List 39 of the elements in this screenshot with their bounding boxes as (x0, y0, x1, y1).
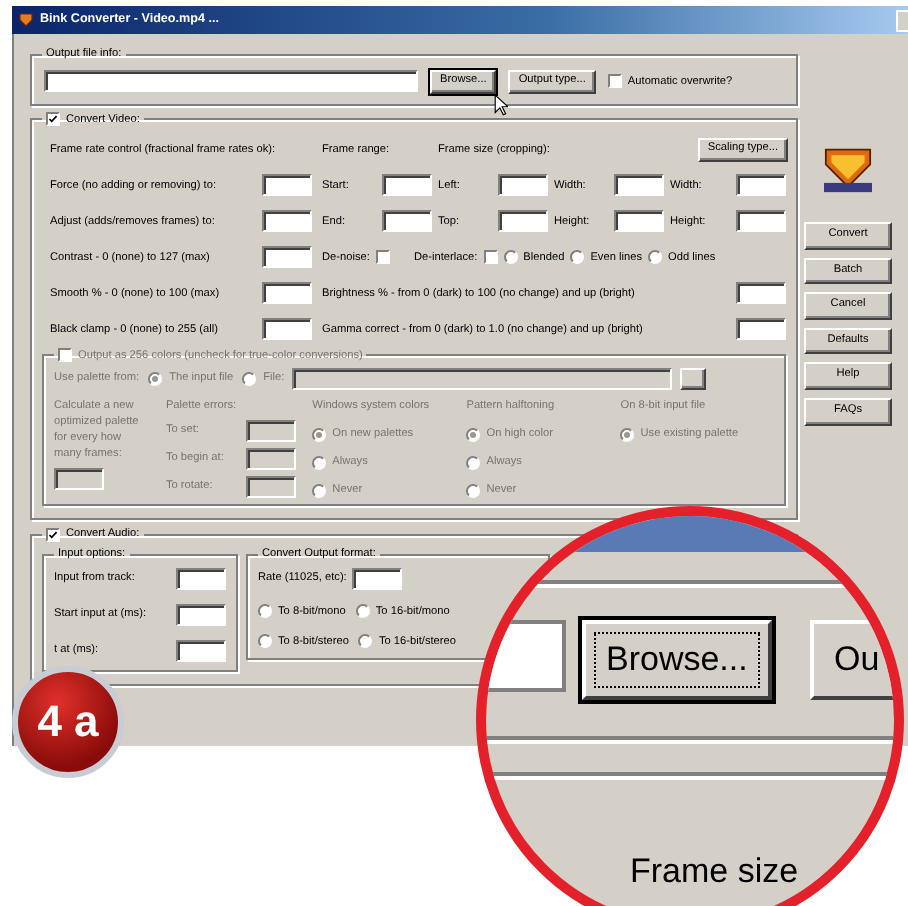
input-field[interactable] (262, 282, 312, 305)
input-field[interactable] (44, 70, 418, 93)
field-label: Frame size (630, 852, 799, 892)
input-field[interactable] (262, 246, 312, 269)
logo-icon (820, 146, 876, 194)
radio-button[interactable] (503, 250, 518, 265)
app-icon (18, 12, 34, 28)
input-field[interactable] (736, 318, 786, 341)
checkbox[interactable] (46, 112, 60, 127)
radio-button[interactable] (258, 604, 272, 619)
input-field[interactable] (176, 603, 226, 626)
checkbox[interactable] (375, 250, 390, 265)
radio-button[interactable] (355, 604, 370, 619)
output-type-button[interactable]: Ou (810, 620, 894, 700)
radio-button[interactable] (258, 634, 272, 649)
input-field[interactable] (614, 174, 664, 197)
radio-button[interactable] (358, 634, 373, 649)
input-field[interactable] (352, 567, 403, 590)
input-field[interactable] (498, 210, 548, 233)
input-field[interactable] (486, 620, 566, 692)
input-field[interactable] (498, 174, 548, 197)
input-field[interactable] (262, 210, 312, 233)
input-field[interactable] (614, 210, 664, 233)
input-field[interactable] (736, 282, 786, 305)
checkbox[interactable] (46, 527, 60, 542)
radio-button[interactable] (570, 250, 585, 265)
input-field[interactable] (736, 174, 786, 197)
checkbox[interactable] (607, 74, 622, 89)
input-field[interactable] (382, 210, 432, 233)
cursor-icon (494, 94, 508, 116)
radio-button[interactable] (648, 250, 663, 265)
checkbox[interactable] (483, 250, 498, 265)
input-field[interactable] (262, 318, 312, 341)
input-field[interactable] (262, 174, 312, 197)
input-field[interactable] (176, 639, 226, 662)
input-field[interactable] (736, 210, 786, 233)
input-field[interactable] (382, 174, 432, 197)
browse-button[interactable]: Browse... (582, 620, 772, 700)
input-field[interactable] (176, 567, 226, 590)
